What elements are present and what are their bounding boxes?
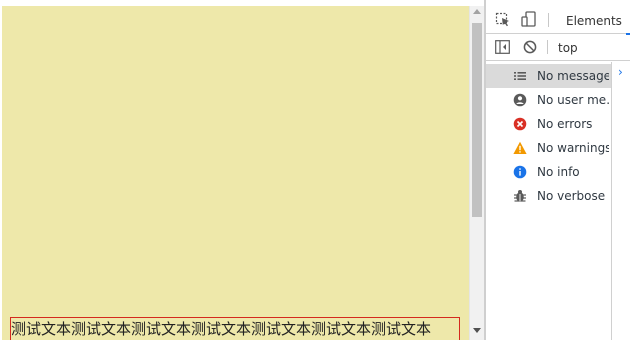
tab-elements[interactable]: Elements bbox=[566, 14, 622, 28]
scrollbar-thumb[interactable] bbox=[472, 23, 482, 217]
sidebar-item-label: No info bbox=[537, 165, 580, 179]
devtools-tab-bar: Elements bbox=[486, 6, 630, 35]
sidebar-item-label: No verbose bbox=[537, 189, 606, 203]
scroll-up-arrow-icon[interactable] bbox=[473, 9, 481, 14]
device-toolbar-icon[interactable] bbox=[521, 11, 537, 28]
page-viewport: 测试文本测试文本测试文本测试文本测试文本测试文本测试文本 bbox=[0, 0, 469, 340]
console-sidebar: No messages No user me... No errors bbox=[486, 62, 612, 340]
console-prompt-chevron-icon: › bbox=[618, 65, 623, 79]
scroll-down-arrow-icon[interactable] bbox=[473, 328, 481, 333]
page-scrollbar[interactable] bbox=[469, 6, 484, 340]
test-text-box: 测试文本测试文本测试文本测试文本测试文本测试文本测试文本 bbox=[10, 317, 460, 340]
sidebar-item-errors[interactable]: No errors bbox=[486, 112, 611, 136]
list-icon bbox=[514, 72, 526, 80]
page-body bbox=[2, 6, 469, 340]
console-toolbar: top bbox=[486, 34, 630, 61]
sidebar-item-label: No user me... bbox=[537, 93, 609, 107]
sidebar-item-label: No errors bbox=[537, 117, 593, 131]
context-selector[interactable]: top bbox=[558, 41, 578, 55]
sidebar-item-messages[interactable]: No messages bbox=[486, 64, 611, 88]
warning-icon bbox=[513, 141, 527, 154]
sidebar-item-user-messages[interactable]: No user me... bbox=[486, 88, 611, 112]
toolbar-separator bbox=[547, 40, 548, 54]
sidebar-item-label: No warnings bbox=[537, 141, 609, 155]
show-sidebar-icon[interactable] bbox=[495, 40, 510, 54]
console-output-area[interactable]: › bbox=[612, 62, 630, 340]
devtools-panel: Elements top No messages bbox=[486, 0, 630, 340]
tabbar-separator bbox=[548, 13, 549, 27]
bug-icon bbox=[514, 190, 526, 202]
sidebar-item-label: No messages bbox=[537, 69, 609, 83]
sidebar-item-warnings[interactable]: No warnings bbox=[486, 136, 611, 160]
user-icon bbox=[513, 93, 527, 107]
clear-console-icon[interactable] bbox=[523, 40, 537, 54]
error-icon bbox=[513, 117, 527, 131]
info-icon bbox=[513, 165, 527, 179]
sidebar-item-info[interactable]: No info bbox=[486, 160, 611, 184]
sidebar-item-verbose[interactable]: No verbose bbox=[486, 184, 611, 208]
inspect-element-icon[interactable] bbox=[495, 12, 511, 28]
